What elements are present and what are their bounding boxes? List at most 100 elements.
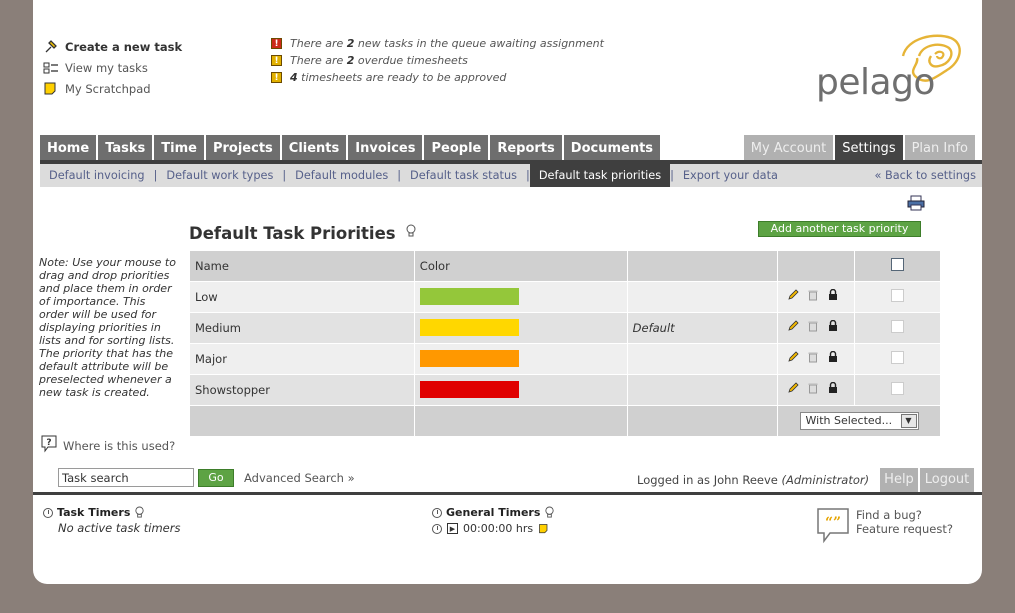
column-header-select (854, 251, 940, 282)
play-icon[interactable]: ▶ (447, 523, 458, 534)
notice-text: There are 2 overdue timesheets (290, 54, 468, 67)
with-selected-dropdown[interactable]: With Selected... ▼ (799, 411, 919, 430)
clock-icon (43, 507, 53, 518)
tab-people[interactable]: People (424, 135, 489, 161)
lightbulb-icon[interactable] (405, 224, 417, 238)
svg-text:“”: “” (825, 515, 841, 531)
task-timers-title: Task Timers (57, 506, 131, 519)
view-tasks-label: View my tasks (65, 61, 148, 75)
column-header-color: Color (413, 251, 628, 282)
tab-time[interactable]: Time (154, 135, 204, 161)
search-go-button[interactable]: Go (198, 469, 234, 487)
instructions-note: Note: Use your mouse to drag and drop pr… (39, 256, 176, 399)
priority-color-cell (413, 374, 628, 406)
app-page: Create a new task View my tasks My Scrat… (33, 0, 982, 584)
subnav-default-work-types[interactable]: Default work types (157, 164, 282, 187)
subnav-default-modules[interactable]: Default modules (286, 164, 397, 187)
edit-pencil-icon[interactable] (786, 289, 800, 304)
row-select-cell (854, 374, 940, 406)
general-timers-heading: General Timers (432, 506, 555, 519)
table-row[interactable]: Showstopper (189, 374, 940, 406)
priority-default: Default (626, 312, 777, 344)
tab-my-account[interactable]: My Account (743, 135, 834, 161)
tab-clients[interactable]: Clients (281, 135, 347, 161)
task-search-input[interactable] (58, 468, 194, 487)
lock-icon[interactable] (826, 288, 840, 304)
tab-home[interactable]: Home (40, 135, 97, 161)
priority-color-cell (413, 343, 628, 375)
edit-pencil-icon[interactable] (786, 382, 800, 397)
row-checkbox[interactable] (891, 319, 905, 333)
tab-invoices[interactable]: Invoices (348, 135, 423, 161)
no-task-timers-text: No active task timers (58, 521, 181, 535)
subnav-default-invoicing[interactable]: Default invoicing (40, 164, 154, 187)
trash-icon[interactable] (806, 382, 820, 397)
row-checkbox[interactable] (891, 350, 905, 364)
where-used-link[interactable]: ? Where is this used? (41, 435, 175, 453)
tab-settings[interactable]: Settings (835, 135, 903, 161)
column-header-name: Name (189, 251, 415, 282)
select-all-checkbox[interactable] (891, 257, 905, 271)
lightbulb-icon[interactable] (134, 506, 145, 519)
color-swatch (419, 381, 519, 398)
back-to-settings-link[interactable]: « Back to settings (874, 164, 976, 187)
table-row[interactable]: Major (189, 343, 940, 375)
tab-reports[interactable]: Reports (490, 135, 562, 161)
lock-icon[interactable] (826, 350, 840, 366)
table-footer: With Selected... ▼ (189, 405, 940, 437)
row-checkbox[interactable] (891, 381, 905, 395)
logo: pelago (816, 62, 935, 103)
edit-pencil-icon[interactable] (786, 351, 800, 366)
tab-projects[interactable]: Projects (205, 135, 280, 161)
notice-overdue-timesheets[interactable]: ! There are 2 overdue timesheets (271, 54, 468, 67)
advanced-search-link[interactable]: Advanced Search » (244, 471, 355, 485)
trash-icon[interactable] (806, 351, 820, 366)
footer-cell (626, 405, 777, 437)
priority-name: Medium (189, 312, 415, 344)
chevron-down-icon: ▼ (900, 413, 917, 428)
notice-new-tasks[interactable]: ! There are 2 new tasks in the queue awa… (271, 37, 604, 50)
trash-icon[interactable] (806, 289, 820, 304)
subnav-export-data[interactable]: Export your data (674, 164, 787, 187)
tab-documents[interactable]: Documents (563, 135, 661, 161)
view-tasks-link[interactable]: View my tasks (43, 61, 148, 75)
help-button[interactable]: Help (880, 468, 918, 492)
table-row[interactable]: Low (189, 281, 940, 313)
row-select-cell (854, 312, 940, 344)
account-nav: My Account Settings Plan Info (743, 135, 975, 161)
note-icon[interactable] (538, 523, 550, 535)
edit-pencil-icon[interactable] (786, 320, 800, 335)
tab-plan-info[interactable]: Plan Info (904, 135, 975, 161)
lightbulb-icon[interactable] (544, 506, 555, 519)
footer-divider (33, 492, 982, 495)
table-row[interactable]: Medium Default (189, 312, 940, 344)
task-timers-heading: Task Timers (43, 506, 145, 519)
print-icon[interactable] (907, 195, 925, 211)
color-swatch (419, 288, 519, 305)
color-swatch (419, 319, 519, 336)
lock-icon[interactable] (826, 319, 840, 335)
feedback-link[interactable]: Find a bug? Feature request? (856, 508, 953, 536)
settings-subnav: Default invoicing | Default work types | D… (40, 164, 982, 187)
clock-icon (432, 523, 442, 534)
column-header-actions (776, 251, 855, 282)
create-task-link[interactable]: Create a new task (43, 40, 182, 54)
tab-tasks[interactable]: Tasks (98, 135, 153, 161)
trash-icon[interactable] (806, 320, 820, 335)
scratchpad-link[interactable]: My Scratchpad (43, 82, 151, 96)
row-checkbox[interactable] (891, 288, 905, 302)
add-task-priority-button[interactable]: Add another task priority (758, 221, 921, 237)
column-header-default (626, 251, 777, 282)
create-task-label: Create a new task (65, 40, 183, 54)
notice-text: There are 2 new tasks in the queue await… (290, 37, 604, 50)
row-actions (776, 343, 855, 375)
priorities-table: Name Color Low Medium Default Major Show… (189, 251, 940, 437)
lock-icon[interactable] (826, 381, 840, 397)
subnav-default-task-status[interactable]: Default task status (401, 164, 526, 187)
notice-approve-timesheets[interactable]: ! 4 timesheets are ready to be approved (271, 71, 506, 84)
feedback-bubble-icon[interactable]: “” (816, 507, 850, 545)
logout-button[interactable]: Logout (920, 468, 974, 492)
pin-icon (45, 40, 57, 53)
subnav-default-task-priorities[interactable]: Default task priorities (529, 164, 671, 187)
alert-icon: ! (271, 38, 282, 49)
